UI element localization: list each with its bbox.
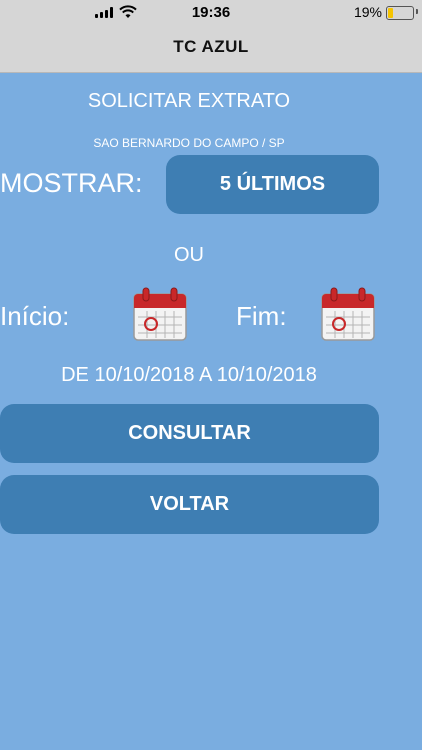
- fim-label: Fim:: [236, 301, 287, 331]
- ultimos-button[interactable]: 5 ÚLTIMOS: [166, 155, 379, 214]
- mostrar-label: MOSTRAR:: [0, 168, 143, 198]
- page-title: SOLICITAR EXTRATO: [87, 90, 291, 112]
- calendar-icon[interactable]: [320, 286, 376, 342]
- date-range-text: DE 10/10/2018 A 10/10/2018: [61, 364, 317, 386]
- location-label: SAO BERNARDO DO CAMPO / SP: [93, 136, 285, 150]
- consultar-button[interactable]: CONSULTAR: [0, 404, 379, 463]
- battery-percent: 19%: [353, 4, 382, 20]
- battery-tip: [416, 9, 418, 14]
- nav-bar: TC AZUL: [0, 24, 422, 73]
- inicio-label: Início:: [0, 301, 70, 331]
- nav-title: TC AZUL: [173, 37, 249, 56]
- voltar-button[interactable]: VOLTAR: [0, 475, 379, 534]
- ou-label: OU: [174, 244, 204, 266]
- calendar-icon[interactable]: [132, 286, 188, 342]
- battery-icon: [386, 6, 414, 20]
- battery-fill: [388, 8, 393, 18]
- status-bar: 19:36 19%: [0, 0, 422, 24]
